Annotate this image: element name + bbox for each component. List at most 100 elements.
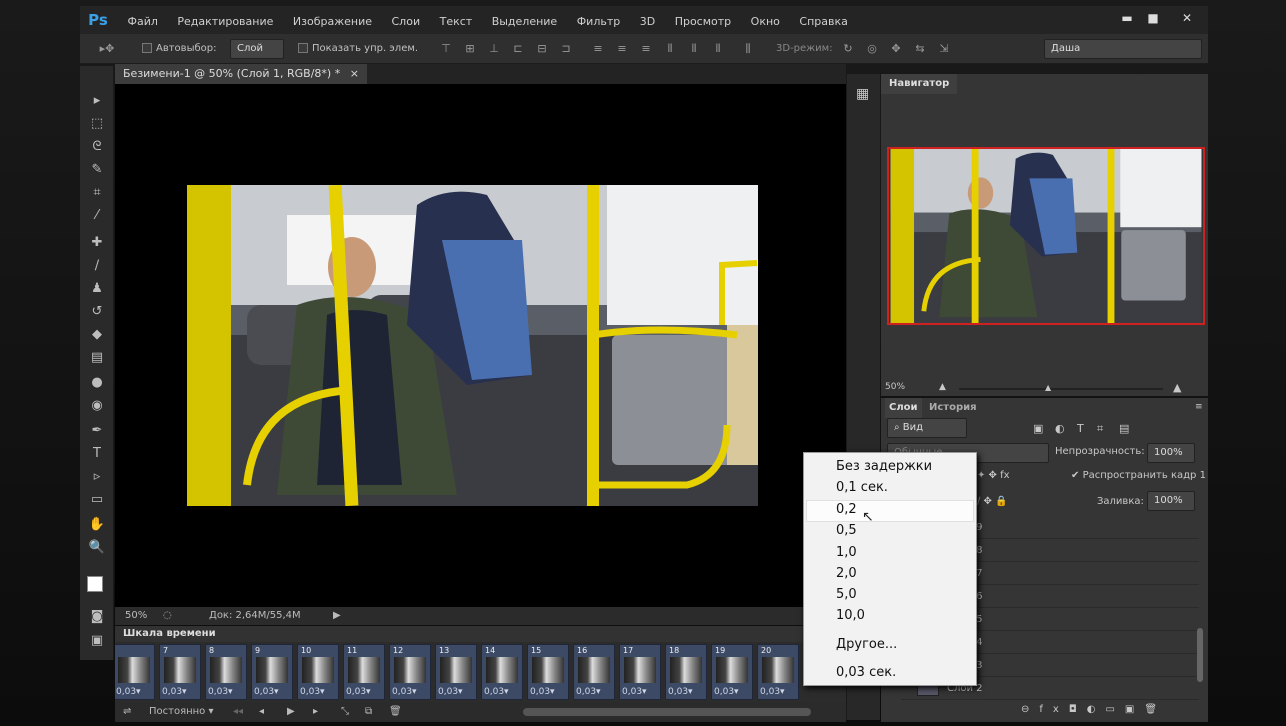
canvas-area[interactable] <box>115 84 846 607</box>
document-tab[interactable]: Безимени-1 @ 50% (Слой 1, RGB/8*) * × <box>115 64 367 84</box>
zoom-level[interactable]: 50% <box>125 607 147 625</box>
menu-file[interactable]: Файл <box>120 8 166 36</box>
timeline-frame[interactable]: 8 0,03▾ <box>205 644 247 700</box>
close-button[interactable]: ✕ <box>1174 8 1200 28</box>
frame-delay[interactable]: 0,03▾ <box>392 687 417 697</box>
zoom-tool-icon[interactable]: 🔍 <box>87 539 107 557</box>
delay-option-other[interactable]: Другое... <box>836 637 897 652</box>
menu-image[interactable]: Изображение <box>285 8 380 36</box>
stamp-tool-icon[interactable]: ♟ <box>87 280 107 298</box>
timeline-frame[interactable]: 15 0,03▾ <box>527 644 569 700</box>
distribute-top-icon[interactable]: ≡ <box>592 43 604 55</box>
frame-delay[interactable]: 0,03▾ <box>438 687 463 697</box>
frame-delay[interactable]: 0,03▾ <box>300 687 325 697</box>
navigator-tab[interactable]: Навигатор <box>881 74 958 94</box>
type-tool-icon[interactable]: T <box>87 445 107 463</box>
frame-delay[interactable]: 0,03▾ <box>116 687 141 697</box>
lasso-tool-icon[interactable]: ᘓ <box>87 138 107 156</box>
align-hcenter-icon[interactable]: ⊟ <box>536 43 548 55</box>
fill-input[interactable]: 100% <box>1147 491 1195 511</box>
maximize-button[interactable]: ■ <box>1140 8 1166 28</box>
distribute-vcenter-icon[interactable]: ≡ <box>616 43 628 55</box>
tween-icon[interactable]: ⤡ <box>341 702 349 722</box>
menu-type[interactable]: Текст <box>432 8 481 36</box>
timeline-frame[interactable]: 13 0,03▾ <box>435 644 477 700</box>
marquee-tool-icon[interactable]: ⬚ <box>87 115 107 133</box>
delay-option-10-0[interactable]: 10,0 <box>836 608 865 623</box>
prev-frame-icon[interactable]: ◂ <box>259 702 264 722</box>
frame-delay[interactable]: 0,03▾ <box>760 687 785 697</box>
blur-tool-icon[interactable]: ● <box>87 374 107 392</box>
auto-align-icon[interactable]: ⫼ <box>742 43 754 55</box>
next-frame-icon[interactable]: ▸ <box>313 702 318 722</box>
menu-window[interactable]: Окно <box>743 8 788 36</box>
timeline-scrollbar[interactable] <box>523 708 811 716</box>
filter-pixel-icon[interactable]: ▣ <box>1033 422 1043 435</box>
zoom-out-icon[interactable]: ▲ <box>939 382 946 392</box>
delay-option-0-1[interactable]: 0,1 сек. <box>836 480 888 495</box>
frame-delay[interactable]: 0,03▾ <box>576 687 601 697</box>
frame-delay[interactable]: 0,03▾ <box>346 687 371 697</box>
3d-rotate-icon[interactable]: ↻ <box>842 43 854 55</box>
pen-tool-icon[interactable]: ✒ <box>87 422 107 440</box>
timeline-frame[interactable]: 0,03▾ <box>115 644 155 700</box>
navigator-zoom[interactable]: 50% <box>885 382 905 392</box>
distribute-hcenter-icon[interactable]: ⦀ <box>688 43 700 55</box>
distribute-bottom-icon[interactable]: ≡ <box>640 43 652 55</box>
timeline-frame[interactable]: 9 0,03▾ <box>251 644 293 700</box>
move-tool-icon[interactable]: ▸✥ <box>96 43 118 55</box>
lock-icons[interactable]: ∕ ✥ 🔒 <box>977 496 1008 507</box>
timeline-frames[interactable]: 0,03▾ 7 0,03▾ 8 0,03▾ 9 0,03▾ 10 0,03▾ 11 0,03▾ 12 0… <box>115 642 846 702</box>
timeline-frame[interactable]: 19 0,03▾ <box>711 644 753 700</box>
path-select-tool-icon[interactable]: ▹ <box>87 468 107 486</box>
quick-mask-icon[interactable]: ◙ <box>87 608 107 626</box>
tab-history[interactable]: История <box>925 398 981 418</box>
menu-view[interactable]: Просмотр <box>667 8 739 36</box>
frame-delay[interactable]: 0,03▾ <box>162 687 187 697</box>
workspace-select[interactable]: Даша <box>1044 39 1202 59</box>
timeline-frame[interactable]: 16 0,03▾ <box>573 644 615 700</box>
autoselect-checkbox[interactable]: Автовыбор: <box>142 41 216 57</box>
brush-tool-icon[interactable]: ∕ <box>87 257 107 275</box>
menu-select[interactable]: Выделение <box>484 8 566 36</box>
quick-select-tool-icon[interactable]: ✎ <box>87 161 107 179</box>
screen-mode-icon[interactable]: ▣ <box>87 632 107 650</box>
layer-filter-select[interactable]: ⌕ Вид <box>887 418 967 438</box>
show-controls-checkbox[interactable]: Показать упр. элем. <box>298 41 418 57</box>
distribute-left-icon[interactable]: ⦀ <box>664 43 676 55</box>
3d-pan-icon[interactable]: ✥ <box>890 43 902 55</box>
eraser-tool-icon[interactable]: ◆ <box>87 326 107 344</box>
delay-option-5-0[interactable]: 5,0 <box>836 587 857 602</box>
menu-layers[interactable]: Слои <box>384 8 429 36</box>
healing-brush-tool-icon[interactable]: ✚ <box>87 234 107 252</box>
move-tool-icon[interactable]: ▸ <box>87 92 107 110</box>
align-left-icon[interactable]: ⊏ <box>512 43 524 55</box>
zoom-slider-thumb-icon[interactable]: ▲ <box>1045 383 1051 392</box>
timeline-frame[interactable]: 17 0,03▾ <box>619 644 661 700</box>
filter-shape-icon[interactable]: ⌗ <box>1097 422 1103 436</box>
3d-roll-icon[interactable]: ◎ <box>866 43 878 55</box>
frame-delay[interactable]: 0,03▾ <box>622 687 647 697</box>
opacity-input[interactable]: 100% <box>1147 443 1195 463</box>
frame-delay[interactable]: 0,03▾ <box>254 687 279 697</box>
tab-layers[interactable]: Слои <box>885 398 922 418</box>
rectangle-tool-icon[interactable]: ▭ <box>87 491 107 509</box>
eyedropper-tool-icon[interactable]: ⁄ <box>87 207 107 225</box>
timeline-frame[interactable]: 20 0,03▾ <box>757 644 799 700</box>
delay-option-none[interactable]: Без задержки <box>836 459 932 474</box>
delay-option-0-5[interactable]: 0,5 <box>836 523 857 538</box>
align-vcenter-icon[interactable]: ⊞ <box>464 43 476 55</box>
timeline-frame[interactable]: 14 0,03▾ <box>481 644 523 700</box>
hand-tool-icon[interactable]: ✋ <box>87 516 107 534</box>
minimize-button[interactable]: ▬ <box>1114 8 1140 28</box>
convert-timeline-icon[interactable]: ⇌ <box>123 702 131 722</box>
distribute-right-icon[interactable]: ⦀ <box>712 43 724 55</box>
timeline-frame[interactable]: 10 0,03▾ <box>297 644 339 700</box>
history-brush-tool-icon[interactable]: ↺ <box>87 303 107 321</box>
3d-scale-icon[interactable]: ⇲ <box>938 43 950 55</box>
crop-tool-icon[interactable]: ⌗ <box>87 184 107 202</box>
tab-close-icon[interactable]: × <box>350 67 359 80</box>
menu-filter[interactable]: Фильтр <box>569 8 629 36</box>
loop-select[interactable]: Постоянно ▾ <box>149 702 214 722</box>
status-menu-arrow-icon[interactable]: ▶ <box>333 607 341 625</box>
